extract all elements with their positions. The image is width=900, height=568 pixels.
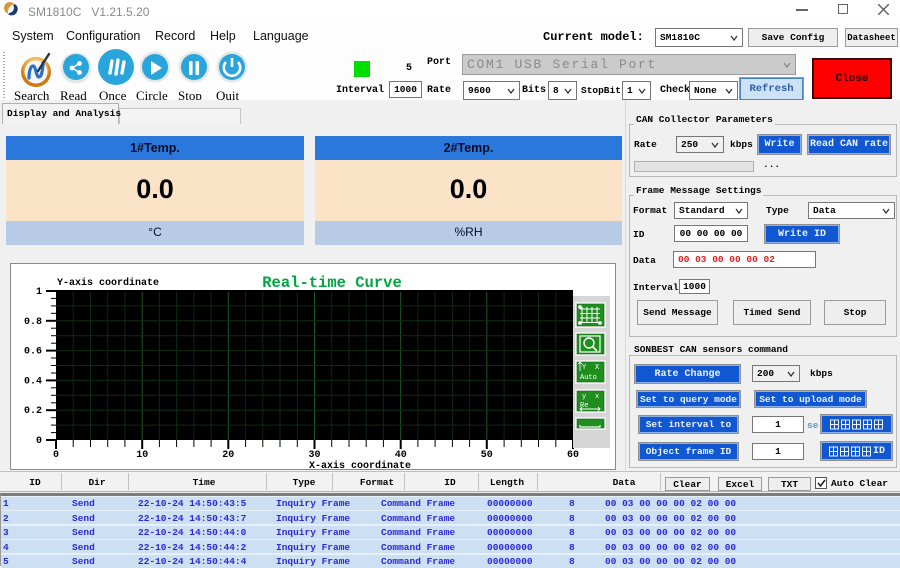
svg-text:0.2: 0.2: [24, 406, 42, 417]
svg-text:0.4: 0.4: [24, 376, 42, 387]
svg-text:0: 0: [53, 450, 59, 461]
svg-text:y: y: [582, 393, 586, 401]
svg-text:Y-axis coordinate: Y-axis coordinate: [57, 277, 159, 289]
svg-text:20: 20: [222, 450, 234, 461]
svg-text:60: 60: [567, 450, 579, 461]
svg-text:0: 0: [36, 436, 42, 447]
svg-text:50: 50: [481, 450, 493, 461]
svg-text:1: 1: [36, 287, 42, 298]
svg-text:0.6: 0.6: [24, 347, 42, 358]
svg-text:40: 40: [395, 450, 407, 461]
svg-text:0.8: 0.8: [24, 317, 42, 328]
svg-text:x: x: [595, 393, 599, 401]
svg-text:Auto: Auto: [580, 374, 597, 382]
svg-text:Real-time Curve: Real-time Curve: [262, 274, 402, 292]
svg-text:10: 10: [136, 450, 148, 461]
svg-text:30: 30: [308, 450, 320, 461]
svg-text:X-axis coordinate: X-axis coordinate: [309, 460, 411, 470]
